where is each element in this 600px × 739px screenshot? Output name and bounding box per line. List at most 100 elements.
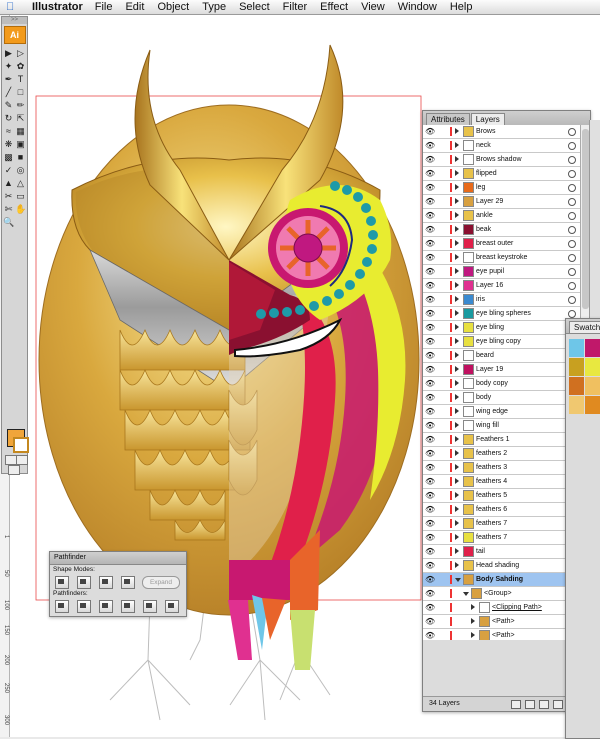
visibility-eye-icon[interactable]: 👁 bbox=[425, 407, 435, 416]
layer-row[interactable]: 👁 <Path> bbox=[423, 615, 580, 629]
target-circle-icon[interactable] bbox=[568, 170, 576, 178]
pencil-icon[interactable]: ✏ bbox=[15, 100, 26, 111]
lock-toggle[interactable] bbox=[437, 449, 446, 458]
swatch[interactable] bbox=[585, 396, 600, 414]
layer-row[interactable]: 👁 iris bbox=[423, 293, 580, 307]
expand-triangle-icon[interactable] bbox=[471, 632, 475, 638]
lock-toggle[interactable] bbox=[437, 141, 446, 150]
visibility-eye-icon[interactable]: 👁 bbox=[425, 253, 435, 262]
target-circle-icon[interactable] bbox=[568, 128, 576, 136]
layer-row[interactable]: 👁 beard bbox=[423, 349, 580, 363]
free-transform-icon[interactable]: ▦ bbox=[15, 126, 26, 137]
layer-row[interactable]: 👁 Brows bbox=[423, 125, 580, 139]
expand-triangle-icon[interactable] bbox=[455, 226, 459, 232]
visibility-eye-icon[interactable]: 👁 bbox=[425, 463, 435, 472]
target-circle-icon[interactable] bbox=[568, 240, 576, 248]
layer-row[interactable]: 👁 eye bling bbox=[423, 321, 580, 335]
zoom-tool-icon[interactable]: 🔍 bbox=[3, 217, 14, 228]
visibility-eye-icon[interactable]: 👁 bbox=[425, 365, 435, 374]
visibility-eye-icon[interactable]: 👁 bbox=[425, 491, 435, 500]
target-circle-icon[interactable] bbox=[568, 184, 576, 192]
gradient-mode-button[interactable] bbox=[16, 455, 28, 465]
expand-triangle-icon[interactable] bbox=[455, 128, 459, 134]
locate-object-icon[interactable] bbox=[511, 700, 521, 709]
visibility-eye-icon[interactable]: 👁 bbox=[425, 393, 435, 402]
lock-toggle[interactable] bbox=[437, 547, 446, 556]
visibility-eye-icon[interactable]: 👁 bbox=[425, 589, 435, 598]
lock-toggle[interactable] bbox=[437, 211, 446, 220]
visibility-eye-icon[interactable]: 👁 bbox=[425, 267, 435, 276]
toolbox-grip[interactable]: >> bbox=[2, 17, 27, 24]
menu-view[interactable]: View bbox=[361, 1, 385, 13]
lock-toggle[interactable] bbox=[437, 575, 446, 584]
expand-triangle-icon[interactable] bbox=[455, 352, 459, 358]
visibility-eye-icon[interactable]: 👁 bbox=[425, 617, 435, 626]
target-circle-icon[interactable] bbox=[568, 212, 576, 220]
visibility-eye-icon[interactable]: 👁 bbox=[425, 155, 435, 164]
lock-toggle[interactable] bbox=[437, 365, 446, 374]
layer-row[interactable]: 👁 wing fill bbox=[423, 419, 580, 433]
lock-toggle[interactable] bbox=[437, 379, 446, 388]
lock-toggle[interactable] bbox=[437, 617, 446, 626]
visibility-eye-icon[interactable]: 👁 bbox=[425, 533, 435, 542]
target-circle-icon[interactable] bbox=[568, 226, 576, 234]
new-sublayer-icon[interactable] bbox=[539, 700, 549, 709]
lock-toggle[interactable] bbox=[437, 169, 446, 178]
expand-triangle-icon[interactable] bbox=[455, 170, 459, 176]
tab-swatches[interactable]: Swatches bbox=[569, 321, 600, 333]
lock-toggle[interactable] bbox=[437, 155, 446, 164]
expand-triangle-icon[interactable] bbox=[455, 198, 459, 204]
line-tool-icon[interactable]: ╱ bbox=[3, 87, 14, 98]
divide-button[interactable] bbox=[55, 600, 69, 613]
pen-tool-icon[interactable]: ✒ bbox=[3, 74, 14, 85]
exclude-button[interactable] bbox=[121, 576, 135, 589]
lock-toggle[interactable] bbox=[437, 631, 446, 640]
expand-triangle-icon[interactable] bbox=[455, 184, 459, 190]
eyedropper-icon[interactable]: ✓ bbox=[3, 165, 14, 176]
minus-back-button[interactable] bbox=[165, 600, 179, 613]
visibility-eye-icon[interactable]: 👁 bbox=[425, 309, 435, 318]
target-circle-icon[interactable] bbox=[568, 156, 576, 164]
visibility-eye-icon[interactable]: 👁 bbox=[425, 519, 435, 528]
outline-button[interactable] bbox=[143, 600, 157, 613]
lock-toggle[interactable] bbox=[437, 323, 446, 332]
layer-row[interactable]: 👁 <Clipping Path> bbox=[423, 601, 580, 615]
visibility-eye-icon[interactable]: 👁 bbox=[425, 183, 435, 192]
layer-row[interactable]: 👁 Body Sahding bbox=[423, 573, 580, 587]
expand-triangle-icon[interactable] bbox=[455, 436, 459, 442]
swatch[interactable] bbox=[585, 358, 600, 376]
lock-toggle[interactable] bbox=[437, 127, 446, 136]
expand-triangle-icon[interactable] bbox=[455, 282, 459, 288]
make-clipping-mask-icon[interactable] bbox=[525, 700, 535, 709]
lock-toggle[interactable] bbox=[437, 491, 446, 500]
visibility-eye-icon[interactable]: 👁 bbox=[425, 435, 435, 444]
layer-row[interactable]: 👁 feathers 3 bbox=[423, 461, 580, 475]
expand-triangle-icon[interactable] bbox=[455, 310, 459, 316]
visibility-eye-icon[interactable]: 👁 bbox=[425, 631, 435, 640]
layer-row[interactable]: 👁 feathers 7 bbox=[423, 517, 580, 531]
expand-triangle-icon[interactable] bbox=[455, 240, 459, 246]
expand-triangle-icon[interactable] bbox=[463, 592, 469, 596]
expand-triangle-icon[interactable] bbox=[455, 520, 459, 526]
swatch[interactable] bbox=[569, 358, 584, 376]
expand-triangle-icon[interactable] bbox=[455, 578, 461, 582]
lock-toggle[interactable] bbox=[437, 267, 446, 276]
lock-toggle[interactable] bbox=[437, 603, 446, 612]
magic-wand-icon[interactable]: ✦ bbox=[3, 61, 14, 72]
minus-front-button[interactable] bbox=[77, 576, 91, 589]
expand-triangle-icon[interactable] bbox=[471, 604, 475, 610]
visibility-eye-icon[interactable]: 👁 bbox=[425, 211, 435, 220]
expand-triangle-icon[interactable] bbox=[455, 450, 459, 456]
swatch[interactable] bbox=[569, 339, 584, 357]
layer-row[interactable]: 👁 feathers 6 bbox=[423, 503, 580, 517]
expand-triangle-icon[interactable] bbox=[455, 142, 459, 148]
stroke-color-swatch[interactable] bbox=[13, 437, 29, 453]
visibility-eye-icon[interactable]: 👁 bbox=[425, 603, 435, 612]
layer-row[interactable]: 👁 Layer 16 bbox=[423, 279, 580, 293]
apple-icon[interactable]:  bbox=[6, 1, 22, 13]
lock-toggle[interactable] bbox=[437, 225, 446, 234]
swatch[interactable] bbox=[569, 377, 584, 395]
type-tool-icon[interactable]: T bbox=[15, 74, 26, 85]
lock-toggle[interactable] bbox=[437, 393, 446, 402]
visibility-eye-icon[interactable]: 👁 bbox=[425, 337, 435, 346]
